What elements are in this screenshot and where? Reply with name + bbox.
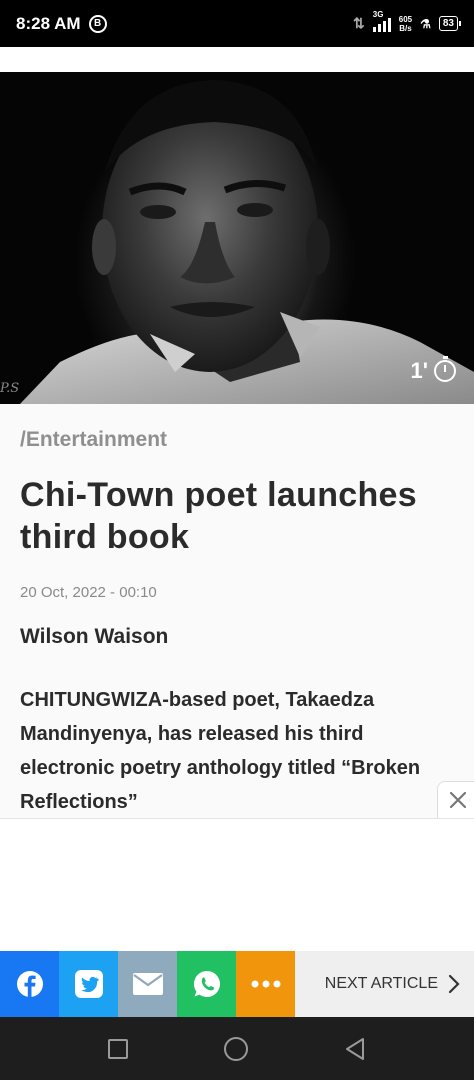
mail-icon xyxy=(132,973,163,995)
close-icon xyxy=(449,791,466,809)
status-bar: 8:28 AM B ⇅ 3G 605 B/s ⚗ 83 xyxy=(0,0,474,47)
recent-apps-icon[interactable] xyxy=(108,1038,128,1059)
signal-icon: 3G xyxy=(372,10,391,32)
read-time-label: 1' xyxy=(410,358,428,383)
speed-value: 605 xyxy=(398,14,413,24)
share-facebook-button[interactable] xyxy=(0,951,59,1017)
hero-image[interactable]: P.S 1' xyxy=(0,72,474,404)
flask-icon: ⚗ xyxy=(420,16,431,31)
facebook-icon xyxy=(16,971,43,997)
next-article-button[interactable]: NEXT ARTICLE xyxy=(295,951,474,1017)
article-author: Wilson Waison xyxy=(20,625,169,648)
speed-unit: B/s xyxy=(399,23,412,33)
next-article-label: NEXT ARTICLE xyxy=(324,975,438,992)
photographer-signature: P.S xyxy=(0,381,20,396)
battery-icon: 83 xyxy=(438,16,462,31)
twitter-icon xyxy=(74,970,103,998)
top-spacer xyxy=(0,47,474,72)
system-nav-bar xyxy=(0,1017,474,1080)
article-category[interactable]: /Entertainment xyxy=(20,428,454,452)
b-badge-icon: B xyxy=(88,14,107,33)
share-twitter-button[interactable] xyxy=(59,951,118,1017)
share-more-button[interactable] xyxy=(236,951,295,1017)
stopwatch-icon xyxy=(434,356,456,382)
article-content: /Entertainment Chi-Town poet launches th… xyxy=(0,404,474,818)
read-time: 1' xyxy=(410,356,456,384)
status-time: 8:28 AM xyxy=(16,13,81,33)
data-arrows-icon: ⇅ xyxy=(353,15,365,31)
ad-close-button[interactable] xyxy=(437,781,474,819)
ad-banner[interactable] xyxy=(0,818,474,951)
whatsapp-icon xyxy=(193,970,220,997)
chevron-right-icon xyxy=(448,974,460,994)
network-type: 3G xyxy=(372,9,384,19)
portrait-illustration xyxy=(20,80,474,404)
more-icon xyxy=(251,980,280,988)
article-headline: Chi-Town poet launches third book xyxy=(20,476,417,556)
network-speed: 605 B/s xyxy=(399,15,412,33)
status-icons: ⇅ 3G 605 B/s ⚗ 83 xyxy=(353,10,462,33)
battery-level: 83 xyxy=(442,18,454,29)
article-body: CHITUNGWIZA-based poet, Takaedza Mandiny… xyxy=(20,689,421,813)
share-mail-button[interactable] xyxy=(118,951,177,1017)
home-icon[interactable] xyxy=(224,1036,248,1061)
back-icon[interactable] xyxy=(344,1037,366,1061)
article-date: 20 Oct, 2022 - 00:10 xyxy=(20,584,157,601)
share-bar: NEXT ARTICLE xyxy=(0,951,474,1017)
share-whatsapp-button[interactable] xyxy=(177,951,236,1017)
